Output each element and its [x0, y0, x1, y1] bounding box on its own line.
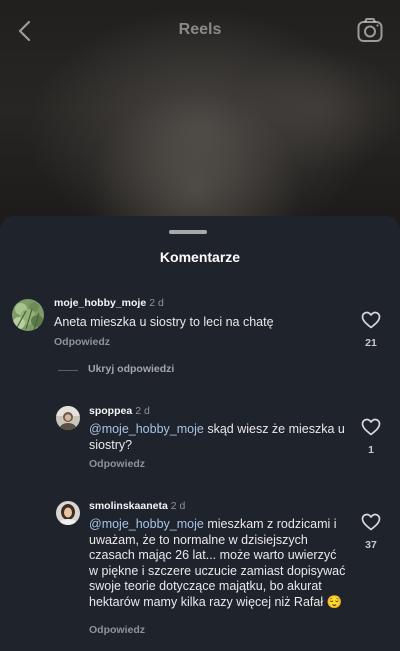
heart-icon: [361, 311, 381, 329]
heart-icon: [361, 513, 381, 531]
reply-item: smolinskaaneta 2 d @moje_hobby_moje miesz…: [0, 491, 400, 641]
comment-username[interactable]: smolinskaaneta: [89, 500, 168, 512]
comment-body: Aneta mieszka u siostry to leci na chatę: [54, 315, 274, 329]
hide-replies-divider: [58, 370, 78, 371]
comment-text: Aneta mieszka u siostry to leci na chatę: [54, 315, 344, 331]
comment-text: @moje_hobby_moje mieszkam z rodzicami i …: [89, 517, 347, 610]
comment-time: 2 d: [149, 297, 164, 309]
reels-top-bar: Reels: [0, 0, 400, 62]
comment-username[interactable]: spoppea: [89, 405, 132, 417]
like-button[interactable]: [361, 513, 381, 536]
comment-text: @moje_hobby_moje skąd wiesz że mieszka u…: [89, 422, 349, 453]
like-button[interactable]: [361, 418, 381, 441]
like-button[interactable]: [361, 311, 381, 334]
like-count: 37: [365, 539, 377, 551]
comment-time: 2 d: [135, 405, 150, 417]
mention-link[interactable]: @moje_hobby_moje: [89, 422, 204, 436]
person-avatar-icon[interactable]: [56, 501, 80, 525]
reply-button[interactable]: Odpowiedz: [54, 336, 110, 348]
like-count: 1: [368, 444, 374, 456]
plant-avatar-icon[interactable]: [12, 299, 44, 331]
reply-button[interactable]: Odpowiedz: [89, 624, 145, 636]
mention-link[interactable]: @moje_hobby_moje: [89, 517, 204, 531]
reply-button[interactable]: Odpowiedz: [89, 458, 145, 470]
comment-item: moje_hobby_moje 2 d Aneta mieszka u siost…: [0, 216, 400, 356]
camera-icon: [357, 18, 383, 42]
comment-username[interactable]: moje_hobby_moje: [54, 297, 146, 309]
person-avatar-icon[interactable]: [56, 406, 80, 430]
page-title: Reels: [178, 21, 222, 38]
heart-icon: [361, 418, 381, 436]
comment-time: 2 d: [170, 500, 186, 512]
comment-meta: spoppea 2 d: [89, 405, 150, 417]
comment-meta: moje_hobby_moje 2 d: [54, 297, 164, 309]
comment-meta: smolinskaaneta 2 d: [89, 500, 185, 512]
reply-item: spoppea 2 d @moje_hobby_moje skąd wiesz ż…: [0, 396, 400, 476]
camera-button[interactable]: [356, 16, 384, 44]
like-count: 21: [365, 337, 377, 349]
comments-sheet: Komentarze moje_hobby_moje 2 d Aneta mies…: [0, 216, 400, 651]
hide-replies-label: Ukryj odpowiedzi: [88, 363, 175, 375]
